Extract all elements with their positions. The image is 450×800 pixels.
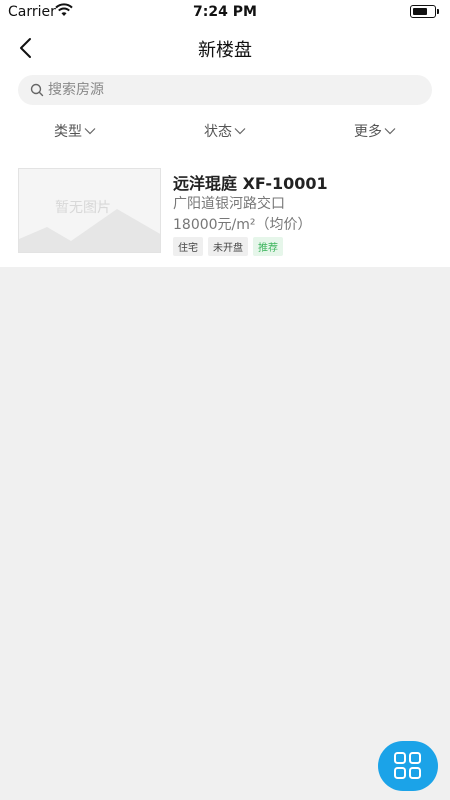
search-bar [0,70,450,110]
listing-list: 暂无图片 远洋琨庭 XF-10001 广阳道银河路交口 18000元/m²（均价… [0,152,450,267]
listing-price: 18000元/m²（均价） [173,217,312,233]
search-box[interactable] [18,75,432,105]
filter-status-label: 状态 [204,124,232,140]
filter-status[interactable]: 状态 [150,110,300,152]
search-icon [30,83,44,97]
listing-image-placeholder: 暂无图片 [18,168,161,253]
grid-menu-button[interactable] [378,741,438,791]
filter-type-label: 类型 [54,124,82,140]
clock: 7:24 PM [193,4,257,20]
status-bar: Carrier 7:24 PM [0,0,450,24]
page-title: 新楼盘 [198,40,252,61]
nav-bar: 新楼盘 [0,24,450,70]
chevron-down-icon [384,128,396,135]
tag-recommended: 推荐 [253,237,283,256]
tag-not-open: 未开盘 [208,237,248,256]
tag-residential: 住宅 [173,237,203,256]
search-input[interactable] [48,75,418,105]
chevron-down-icon [234,128,246,135]
battery-icon [410,5,439,18]
listing-address: 广阳道银河路交口 [173,196,285,212]
chevron-down-icon [84,128,96,135]
listing-card[interactable]: 暂无图片 远洋琨庭 XF-10001 广阳道银河路交口 18000元/m²（均价… [0,152,450,267]
listing-tags: 住宅 未开盘 推荐 [173,237,283,256]
no-image-text: 暂无图片 [55,200,111,216]
filter-more-label: 更多 [354,124,382,140]
filter-more[interactable]: 更多 [300,110,450,152]
filter-bar: 类型 状态 更多 [0,110,450,152]
listing-title: 远洋琨庭 XF-10001 [173,174,328,193]
filter-type[interactable]: 类型 [0,110,150,152]
grid-menu-icon [394,752,421,779]
